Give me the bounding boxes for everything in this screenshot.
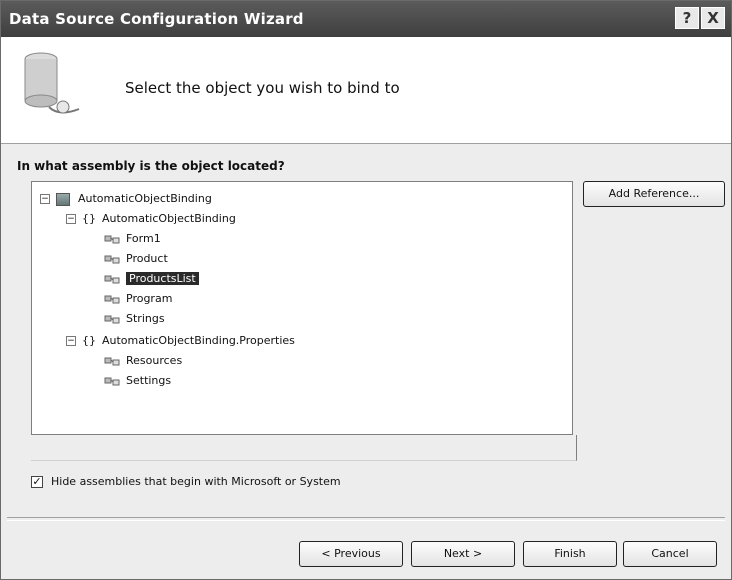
collapse-icon[interactable]: − [66, 214, 76, 224]
header-text: Select the object you wish to bind to [125, 79, 400, 97]
class-label: Product [126, 252, 168, 265]
assembly-question: In what assembly is the object located? [17, 159, 285, 173]
class-icon [104, 295, 120, 304]
database-icon [24, 52, 80, 114]
class-icon [104, 315, 120, 324]
class-label: Strings [126, 312, 165, 325]
hide-system-checkbox[interactable]: ✓ [31, 476, 43, 488]
tree-node-class-selected[interactable]: ProductsList [104, 270, 199, 288]
add-reference-button[interactable]: Add Reference... [583, 181, 725, 207]
wizard-header: Select the object you wish to bind to [1, 37, 731, 144]
tree-node-class[interactable]: Product [104, 250, 168, 268]
tree-node-class[interactable]: Program [104, 290, 172, 308]
namespace-icon: {} [82, 334, 96, 347]
next-button[interactable]: Next > [411, 541, 515, 567]
tree-node-class[interactable]: Resources [104, 352, 182, 370]
assembly-icon [56, 192, 70, 206]
class-icon [104, 255, 120, 264]
class-icon [104, 235, 120, 244]
namespace-label: AutomaticObjectBinding [102, 212, 236, 225]
collapse-icon[interactable]: − [66, 336, 76, 346]
help-button[interactable]: ? [675, 7, 699, 29]
footer-separator [7, 517, 725, 521]
previous-button[interactable]: < Previous [299, 541, 403, 567]
close-button[interactable]: X [701, 7, 725, 29]
class-label: Form1 [126, 232, 161, 245]
class-label: Settings [126, 374, 172, 387]
tree-node-class[interactable]: Strings [104, 310, 165, 328]
title-bar[interactable]: Data Source Configuration Wizard ? X [1, 1, 731, 37]
tree-node-class[interactable]: Settings [104, 372, 171, 390]
assembly-tree[interactable]: − AutomaticObjectBinding −{} AutomaticObje… [31, 181, 573, 435]
tree-node-namespace[interactable]: −{} AutomaticObjectBinding [66, 210, 236, 228]
finish-button[interactable]: Finish [523, 541, 617, 567]
hide-system-assemblies[interactable]: ✓ Hide assemblies that begin with Microso… [31, 475, 341, 488]
collapse-icon[interactable]: − [40, 194, 50, 204]
namespace-label: AutomaticObjectBinding.Properties [102, 334, 295, 347]
wizard-window: Data Source Configuration Wizard ? X Sel… [0, 0, 732, 580]
description-panel [31, 435, 577, 461]
class-label: Program [126, 292, 173, 305]
tree-node-namespace[interactable]: −{} AutomaticObjectBinding.Properties [66, 332, 295, 350]
tree-node-class[interactable]: Form1 [104, 230, 161, 248]
class-label-selected: ProductsList [126, 272, 199, 285]
namespace-icon: {} [82, 212, 96, 225]
window-title: Data Source Configuration Wizard [9, 10, 304, 28]
class-icon [104, 357, 120, 366]
tree-node-assembly[interactable]: − AutomaticObjectBinding [40, 190, 212, 208]
class-icon [104, 275, 120, 284]
cancel-button[interactable]: Cancel [623, 541, 717, 567]
class-label: Resources [126, 354, 183, 367]
class-icon [104, 377, 120, 386]
hide-system-label: Hide assemblies that begin with Microsof… [51, 475, 341, 488]
assembly-label: AutomaticObjectBinding [78, 192, 212, 205]
